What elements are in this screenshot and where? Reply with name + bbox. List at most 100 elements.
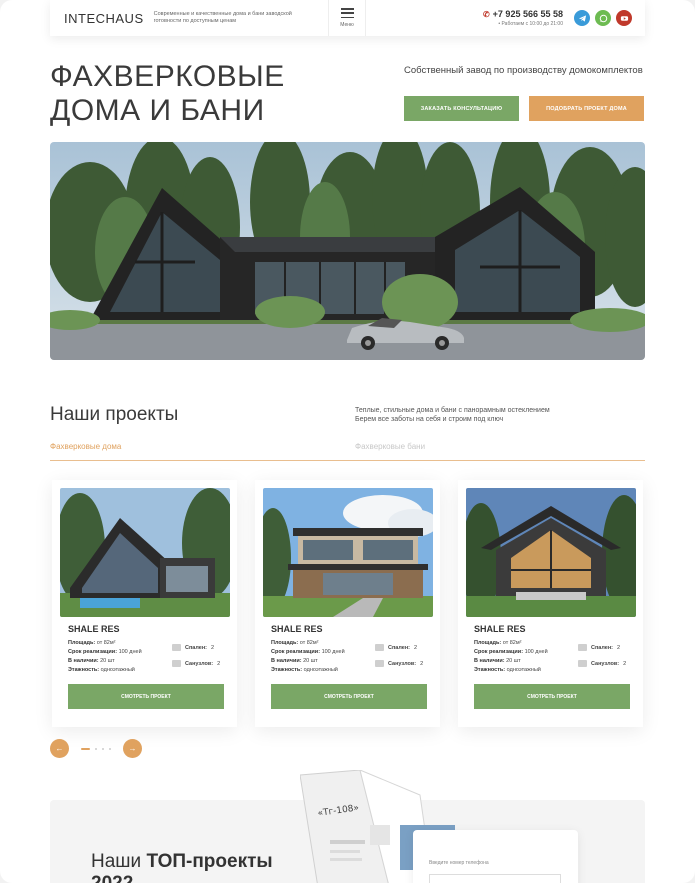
prev-arrow-icon[interactable]: ←	[50, 739, 69, 758]
spec-term-value: 100 дней	[118, 649, 142, 655]
spec-bathrooms-value: 2	[623, 660, 627, 667]
hero-subtitle: Собственный завод по производству домоко…	[404, 65, 643, 76]
phone-icon: ✆	[482, 10, 490, 19]
spec-term-label: Срок реализации:	[68, 649, 118, 655]
phone-link[interactable]: ✆ +7 925 566 55 58	[475, 9, 563, 19]
spec-floors: Этажность: одноэтажный	[68, 667, 135, 673]
spec-stock-value: 20 шт	[100, 658, 115, 664]
top-title-prefix: Наши	[91, 851, 142, 872]
spec-area-value: от 82м²	[96, 640, 116, 646]
spec-stock-value: 20 шт	[506, 658, 521, 664]
telegram-icon[interactable]	[574, 10, 590, 26]
pagination-dot[interactable]	[81, 747, 90, 750]
spec-bedrooms-label: Спален:	[591, 644, 613, 651]
spec-term-label: Срок реализации:	[474, 649, 524, 655]
bathroom-icon	[578, 660, 587, 667]
spec-bathrooms-label: Санузлов:	[591, 660, 620, 667]
spec-floors-label: Этажность:	[68, 667, 100, 673]
spec-floors-value: одноэтажный	[506, 667, 541, 673]
spec-area-value: от 82м²	[299, 640, 319, 646]
whatsapp-icon[interactable]	[595, 10, 611, 26]
slider-pagination	[81, 747, 111, 750]
pagination-dot[interactable]	[109, 747, 111, 750]
project-image[interactable]	[466, 488, 636, 617]
pagination-dot[interactable]	[102, 747, 104, 750]
view-project-button[interactable]: СМОТРЕТЬ ПРОЕКТ	[68, 684, 224, 709]
hero-title: ФАХВЕРКОВЫЕ ДОМА И БАНИ	[50, 60, 310, 128]
spec-term-value: 100 дней	[524, 649, 548, 655]
tabs-divider	[50, 460, 645, 461]
top-title-year: 2022	[91, 873, 133, 883]
phone-form: Введите номер телефона	[413, 830, 578, 883]
next-arrow-icon[interactable]: →	[123, 739, 142, 758]
spec-bedrooms-label: Спален:	[388, 644, 410, 651]
project-card: SHALE RES Площадь: от 82м² Срок реализац…	[458, 480, 643, 727]
projects-description: Теплые, стильные дома и бани с панорамны…	[355, 406, 615, 424]
project-name: SHALE RES	[68, 624, 120, 634]
tab-timber-frame-saunas[interactable]: Фахверковые бани	[355, 442, 425, 451]
working-hours: • Работаем с 10:00 до 21:00	[498, 21, 563, 27]
spec-stock-label: В наличии:	[271, 658, 302, 664]
spec-area-value: от 82м²	[502, 640, 522, 646]
logo[interactable]: INTECHAUS	[64, 11, 144, 26]
spec-area: Площадь: от 82м²	[68, 640, 115, 646]
projects-desc-line2: Берем все заботы на себя и строим под кл…	[355, 416, 504, 423]
tab-timber-frame-houses[interactable]: Фахверковые дома	[50, 442, 121, 451]
spec-area-label: Площадь:	[474, 640, 502, 646]
pagination-dot[interactable]	[95, 747, 97, 750]
youtube-icon[interactable]	[616, 10, 632, 26]
project-card: SHALE RES Площадь: от 82м² Срок реализац…	[52, 480, 237, 727]
menu-button[interactable]: Меню	[328, 0, 366, 36]
project-image[interactable]	[60, 488, 230, 617]
spec-stock-label: В наличии:	[68, 658, 99, 664]
page: INTECHAUS Современные и качественные дом…	[0, 0, 695, 883]
projects-desc-line1: Теплые, стильные дома и бани с панорамны…	[355, 407, 550, 414]
order-consultation-button[interactable]: ЗАКАЗАТЬ КОНСУЛЬТАЦИЮ	[404, 96, 519, 121]
contact-block: ✆ +7 925 566 55 58 • Работаем с 10:00 до …	[475, 9, 563, 27]
header-tagline: Современные и качественные дома и бани з…	[153, 11, 292, 24]
bathroom-icon	[172, 660, 181, 667]
spec-area-label: Площадь:	[271, 640, 299, 646]
spec-term: Срок реализации: 100 дней	[474, 649, 548, 655]
phone-input[interactable]	[429, 874, 561, 883]
top-projects-title: Наши ТОП-проекты 2022	[91, 851, 291, 883]
spec-bedrooms: Спален: 2	[578, 644, 620, 651]
projects-title: Наши проекты	[50, 404, 179, 425]
phone-form-label: Введите номер телефона	[429, 860, 489, 866]
spec-area: Площадь: от 82м²	[474, 640, 521, 646]
spec-floors: Этажность: одноэтажный	[474, 667, 541, 673]
spec-bedrooms: Спален: 2	[375, 644, 417, 651]
spec-area-label: Площадь:	[68, 640, 96, 646]
spec-stock-value: 20 шт	[303, 658, 318, 664]
spec-bathrooms: Санузлов: 2	[375, 660, 423, 667]
spec-area: Площадь: от 82м²	[271, 640, 318, 646]
spec-floors: Этажность: одноэтажный	[271, 667, 338, 673]
spec-floors-value: одноэтажный	[303, 667, 338, 673]
project-image[interactable]	[263, 488, 433, 617]
slider-controls: ← →	[50, 739, 142, 758]
spec-bedrooms-value: 2	[617, 644, 621, 651]
spec-floors-label: Этажность:	[474, 667, 506, 673]
hero-house-image	[50, 142, 645, 360]
top-title-bold: ТОП-проекты	[146, 851, 273, 872]
bed-icon	[172, 644, 181, 651]
pick-project-button[interactable]: ПОДОБРАТЬ ПРОЕКТ ДОМА	[529, 96, 644, 121]
spec-bathrooms-value: 2	[420, 660, 424, 667]
spec-floors-value: одноэтажный	[100, 667, 135, 673]
hero-title-line1: ФАХВЕРКОВЫЕ	[50, 60, 285, 93]
project-card: SHALE RES Площадь: от 82м² Срок реализац…	[255, 480, 440, 727]
social-links	[574, 10, 632, 26]
view-project-button[interactable]: СМОТРЕТЬ ПРОЕКТ	[474, 684, 630, 709]
spec-bedrooms: Спален: 2	[172, 644, 214, 651]
hamburger-icon	[340, 8, 354, 18]
spec-bedrooms-value: 2	[414, 644, 418, 651]
view-project-button[interactable]: СМОТРЕТЬ ПРОЕКТ	[271, 684, 427, 709]
spec-bathrooms: Санузлов: 2	[172, 660, 220, 667]
spec-bedrooms-value: 2	[211, 644, 215, 651]
bed-icon	[375, 644, 384, 651]
menu-label: Меню	[340, 22, 354, 28]
spec-stock-label: В наличии:	[474, 658, 505, 664]
spec-floors-label: Этажность:	[271, 667, 303, 673]
spec-stock: В наличии: 20 шт	[474, 658, 521, 664]
spec-term-value: 100 дней	[321, 649, 345, 655]
